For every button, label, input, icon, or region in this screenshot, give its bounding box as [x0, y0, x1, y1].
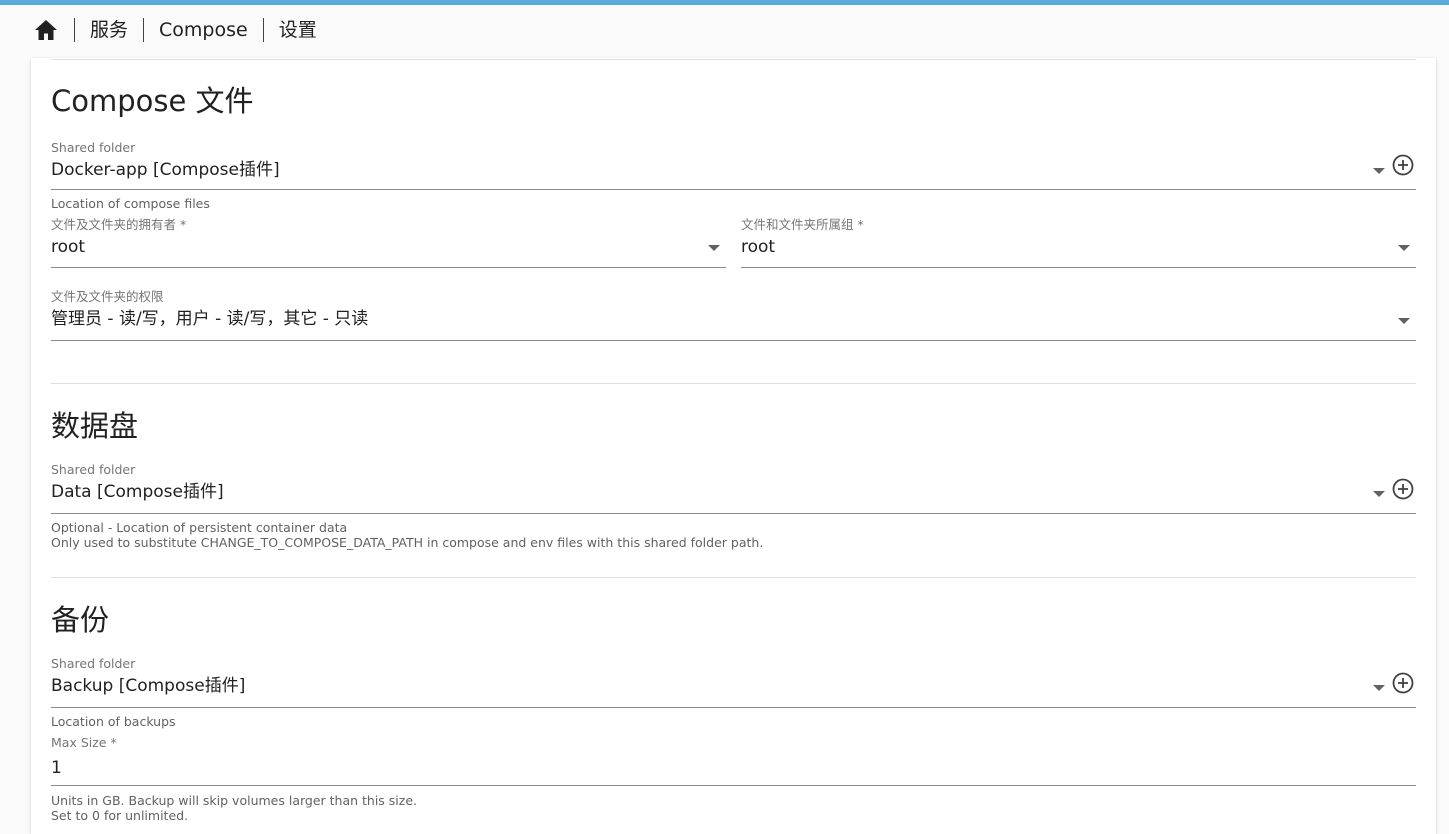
add-circle-outline-icon[interactable] — [1392, 672, 1414, 694]
field-label: 文件及文件夹的拥有者 * — [51, 217, 187, 232]
home-icon[interactable] — [33, 17, 59, 43]
compose-shared-folder-select[interactable]: Shared folder Docker-app [Compose插件] — [51, 140, 1416, 190]
field-underline — [51, 189, 1416, 190]
breadcrumb-separator — [143, 18, 145, 42]
field-value[interactable]: 1 — [51, 756, 62, 780]
section-title-data-disk: 数据盘 — [51, 409, 139, 443]
section-divider — [51, 577, 1416, 578]
field-underline — [741, 267, 1416, 268]
breadcrumb: 服务 Compose 设置 — [33, 12, 317, 48]
field-value: root — [741, 237, 776, 257]
backup-shared-folder-hint: Location of backups — [51, 714, 176, 729]
field-underline — [51, 707, 1416, 708]
data-shared-folder-hint-1: Optional - Location of persistent contai… — [51, 520, 348, 535]
arrow-drop-down-icon[interactable] — [1373, 168, 1385, 174]
field-underline — [51, 267, 726, 268]
group-select[interactable]: 文件和文件夹所属组 * root — [741, 217, 1416, 268]
add-circle-outline-icon[interactable] — [1392, 478, 1414, 500]
field-underline — [51, 340, 1416, 341]
owner-select[interactable]: 文件及文件夹的拥有者 * root — [51, 217, 726, 268]
arrow-drop-down-icon[interactable] — [1373, 685, 1385, 691]
field-label: Max Size * — [51, 735, 117, 750]
breadcrumb-settings[interactable]: 设置 — [279, 18, 317, 42]
permissions-select[interactable]: 文件及文件夹的权限 管理员 - 读/写，用户 - 读/写，其它 - 只读 — [51, 289, 1416, 341]
settings-form-card: Compose 文件 Shared folder Docker-app [Com… — [31, 58, 1436, 834]
field-value: Backup [Compose插件] — [51, 676, 246, 696]
field-label: Shared folder — [51, 656, 136, 671]
arrow-drop-down-icon[interactable] — [1373, 491, 1385, 497]
field-label: Shared folder — [51, 462, 136, 477]
field-value: Data [Compose插件] — [51, 482, 224, 502]
section-title-compose-files: Compose 文件 — [51, 84, 254, 118]
section-divider — [51, 383, 1416, 384]
max-size-hint-2: Set to 0 for unlimited. — [51, 808, 189, 823]
breadcrumb-services[interactable]: 服务 — [90, 18, 128, 42]
field-value: 管理员 - 读/写，用户 - 读/写，其它 - 只读 — [51, 309, 369, 329]
arrow-drop-down-icon[interactable] — [708, 245, 720, 251]
add-circle-outline-icon[interactable] — [1392, 154, 1414, 176]
breadcrumb-separator — [262, 18, 264, 42]
max-size-hint-1: Units in GB. Backup will skip volumes la… — [51, 793, 418, 808]
arrow-drop-down-icon[interactable] — [1398, 318, 1410, 324]
arrow-drop-down-icon[interactable] — [1398, 245, 1410, 251]
field-underline — [51, 513, 1416, 514]
section-title-backup: 备份 — [51, 603, 110, 637]
data-shared-folder-hint-2: Only used to substitute CHANGE_TO_COMPOS… — [51, 535, 764, 550]
field-value: Docker-app [Compose插件] — [51, 160, 280, 180]
field-value: root — [51, 237, 86, 257]
compose-shared-folder-hint: Location of compose files — [51, 196, 210, 211]
top-accent-bar — [0, 0, 1449, 5]
field-underline — [51, 785, 1416, 786]
max-size-input[interactable]: Max Size * 1 — [51, 735, 1416, 786]
breadcrumb-separator — [74, 18, 75, 42]
data-shared-folder-select[interactable]: Shared folder Data [Compose插件] — [51, 462, 1416, 514]
breadcrumb-compose[interactable]: Compose — [159, 18, 248, 42]
field-label: 文件和文件夹所属组 * — [741, 217, 864, 232]
field-label: 文件及文件夹的权限 — [51, 289, 164, 304]
field-label: Shared folder — [51, 140, 136, 155]
backup-shared-folder-select[interactable]: Shared folder Backup [Compose插件] — [51, 656, 1416, 708]
section-divider — [51, 59, 1416, 60]
